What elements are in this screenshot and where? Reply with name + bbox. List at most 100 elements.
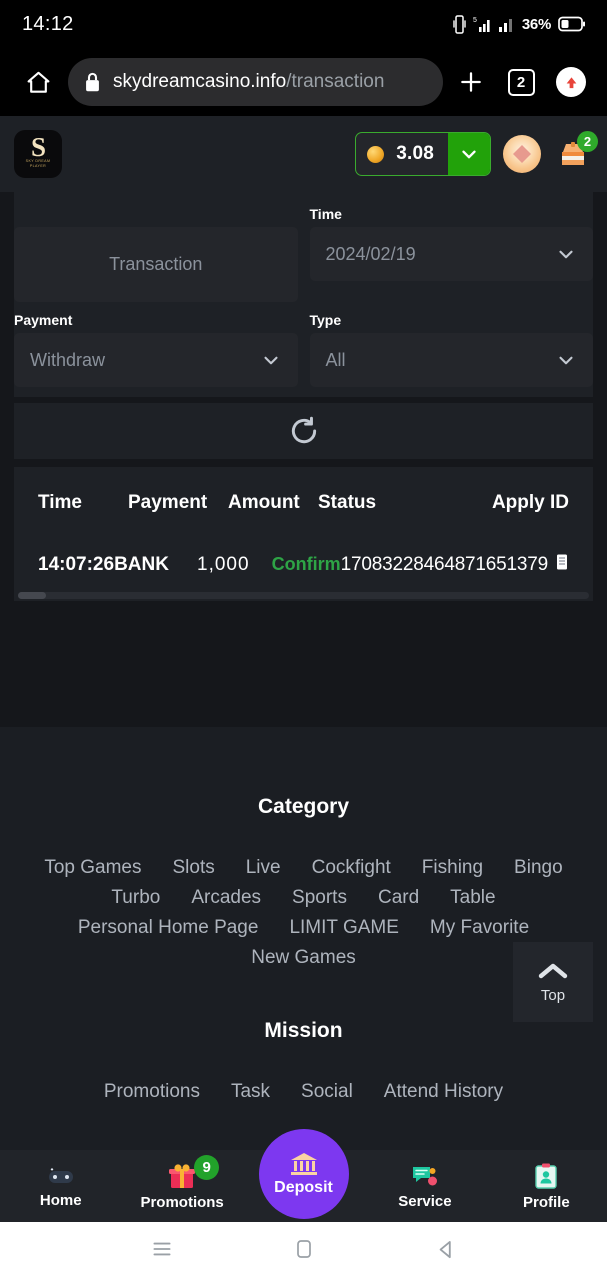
- nav-item-service[interactable]: Service: [364, 1150, 485, 1222]
- category-link-4[interactable]: Fishing: [422, 857, 483, 879]
- category-link-8[interactable]: Sports: [292, 887, 347, 909]
- payment-filter-value: Withdraw: [30, 349, 106, 370]
- deposit-label: Deposit: [274, 1179, 333, 1196]
- tab-count: 2: [507, 68, 535, 96]
- coin-icon: [367, 145, 385, 163]
- cell-amount: 1,000: [197, 554, 250, 575]
- signal-icon: 5: [473, 17, 490, 32]
- mission-link-3[interactable]: Attend History: [384, 1081, 503, 1103]
- mailbox-badge: 2: [577, 131, 598, 152]
- nav-label-service: Service: [398, 1192, 452, 1210]
- column-header-amount: Amount: [228, 492, 300, 513]
- type-filter-value: All: [325, 349, 346, 370]
- browser-home-button[interactable]: [14, 58, 62, 106]
- category-link-6[interactable]: Turbo: [111, 887, 160, 909]
- apply-id-value: 17083228464871651379: [340, 554, 549, 575]
- mission-link-1[interactable]: Task: [231, 1081, 270, 1103]
- nav-badge-promotions: 9: [194, 1155, 220, 1180]
- category-link-1[interactable]: Slots: [172, 857, 214, 879]
- time-filter-label: Time: [309, 206, 342, 222]
- cell-apply-id: 17083228464871651379: [341, 553, 569, 577]
- category-link-0[interactable]: Top Games: [44, 857, 141, 879]
- mission-link-0[interactable]: Promotions: [104, 1081, 200, 1103]
- nav-item-profile[interactable]: Profile: [486, 1150, 607, 1222]
- chevron-down-icon: [559, 250, 573, 259]
- table-horizontal-scrollbar[interactable]: [18, 592, 589, 599]
- battery-icon: [558, 16, 585, 32]
- category-link-10[interactable]: Table: [450, 887, 495, 909]
- phone-screen: 14:12 5 36% skydreamcasino.info/transact…: [0, 0, 607, 1280]
- refresh-button[interactable]: [14, 403, 593, 459]
- avatar[interactable]: [503, 135, 541, 173]
- status-clock: 14:12: [22, 12, 74, 35]
- cell-time: 14:07:26: [38, 554, 115, 575]
- nav-item-home[interactable]: Home: [0, 1150, 121, 1222]
- tab-switcher-button[interactable]: 2: [499, 60, 543, 104]
- table-row[interactable]: 14:07:26 BANK 1,000 Confirm 170832284648…: [14, 539, 593, 591]
- column-header-status: Status: [318, 492, 377, 513]
- android-home-button[interactable]: [292, 1236, 316, 1267]
- deposit-button[interactable]: Deposit: [258, 1129, 349, 1219]
- android-status-bar: 14:12 5 36%: [0, 0, 607, 48]
- filter-panel: Transaction Time 2024/02/19 Payment With…: [14, 192, 593, 397]
- category-link-13[interactable]: My Favorite: [430, 917, 529, 939]
- scroll-to-top-button[interactable]: Top: [513, 942, 593, 1022]
- chevron-up-icon: [538, 963, 568, 979]
- lock-icon: [86, 72, 99, 91]
- site-footer: Category Top Games Slots Live Cockfight Fish…: [0, 727, 607, 1150]
- category-link-9[interactable]: Card: [378, 887, 419, 909]
- nav-label-profile: Profile: [522, 1193, 570, 1211]
- avatar-icon: [513, 145, 531, 163]
- status-badge: Confirm: [271, 554, 341, 574]
- signal-bars-icon: [498, 18, 512, 32]
- column-header-time: Time: [38, 492, 83, 513]
- payment-filter-select[interactable]: Withdraw: [14, 333, 298, 387]
- new-tab-button[interactable]: [449, 60, 493, 104]
- balance-widget[interactable]: 3.08: [355, 132, 491, 176]
- home-icon: [27, 71, 49, 93]
- square-icon: [296, 1239, 311, 1258]
- url-host: skydreamcasino.info: [113, 71, 287, 92]
- address-bar[interactable]: skydreamcasino.info/transaction: [68, 58, 443, 106]
- column-header-payment: Payment: [128, 492, 208, 513]
- type-filter-cell: Type All: [304, 312, 593, 387]
- back-button[interactable]: [433, 1236, 459, 1267]
- mission-link-2[interactable]: Social: [301, 1081, 353, 1103]
- category-link-12[interactable]: LIMIT GAME: [289, 917, 398, 939]
- balance-inner: 3.08: [356, 133, 448, 175]
- nav-label-home: Home: [39, 1191, 82, 1209]
- mission-links: Promotions Task Social Attend History: [0, 1081, 607, 1103]
- category-link-14[interactable]: New Games: [251, 947, 356, 969]
- category-link-3[interactable]: Cockfight: [312, 857, 391, 879]
- copy-button[interactable]: [555, 553, 569, 577]
- profile-icon: [535, 1163, 558, 1189]
- category-link-11[interactable]: Personal Home Page: [78, 917, 259, 939]
- transaction-table: Time Payment Amount Status Apply ID 14:0…: [14, 467, 593, 601]
- plus-icon: [461, 72, 481, 92]
- recents-button[interactable]: [149, 1236, 175, 1267]
- triangle-back-icon: [439, 1240, 451, 1258]
- arrow-up-icon: [566, 76, 576, 88]
- balance-dropdown-button[interactable]: [448, 133, 490, 175]
- cell-status: Confirm: [272, 554, 341, 576]
- browser-toolbar: skydreamcasino.info/transaction 2: [0, 48, 607, 116]
- site-logo[interactable]: S SKY DREAM PLAYER: [14, 130, 62, 178]
- mailbox-button[interactable]: 2: [553, 131, 598, 174]
- filter-grid: Transaction Time 2024/02/19 Payment With…: [14, 192, 593, 397]
- time-filter-select[interactable]: 2024/02/19: [309, 227, 593, 281]
- type-filter-select[interactable]: All: [309, 333, 593, 387]
- balance-amount: 3.08: [396, 143, 434, 164]
- category-link-7[interactable]: Arcades: [191, 887, 261, 909]
- gift-icon: [169, 1163, 196, 1188]
- time-filter-value: 2024/02/19: [325, 243, 416, 264]
- category-link-5[interactable]: Bingo: [514, 857, 563, 879]
- chevron-down-icon: [559, 356, 573, 365]
- page-title-cell: Transaction: [14, 206, 304, 302]
- payment-filter-label: Payment: [14, 312, 73, 328]
- nav-item-promotions[interactable]: Promotions 9: [121, 1150, 242, 1222]
- chat-icon: [412, 1166, 437, 1185]
- category-link-2[interactable]: Live: [246, 857, 281, 879]
- category-title: Category: [257, 795, 350, 818]
- chevron-down-icon: [263, 356, 278, 365]
- browser-update-button[interactable]: [549, 60, 593, 104]
